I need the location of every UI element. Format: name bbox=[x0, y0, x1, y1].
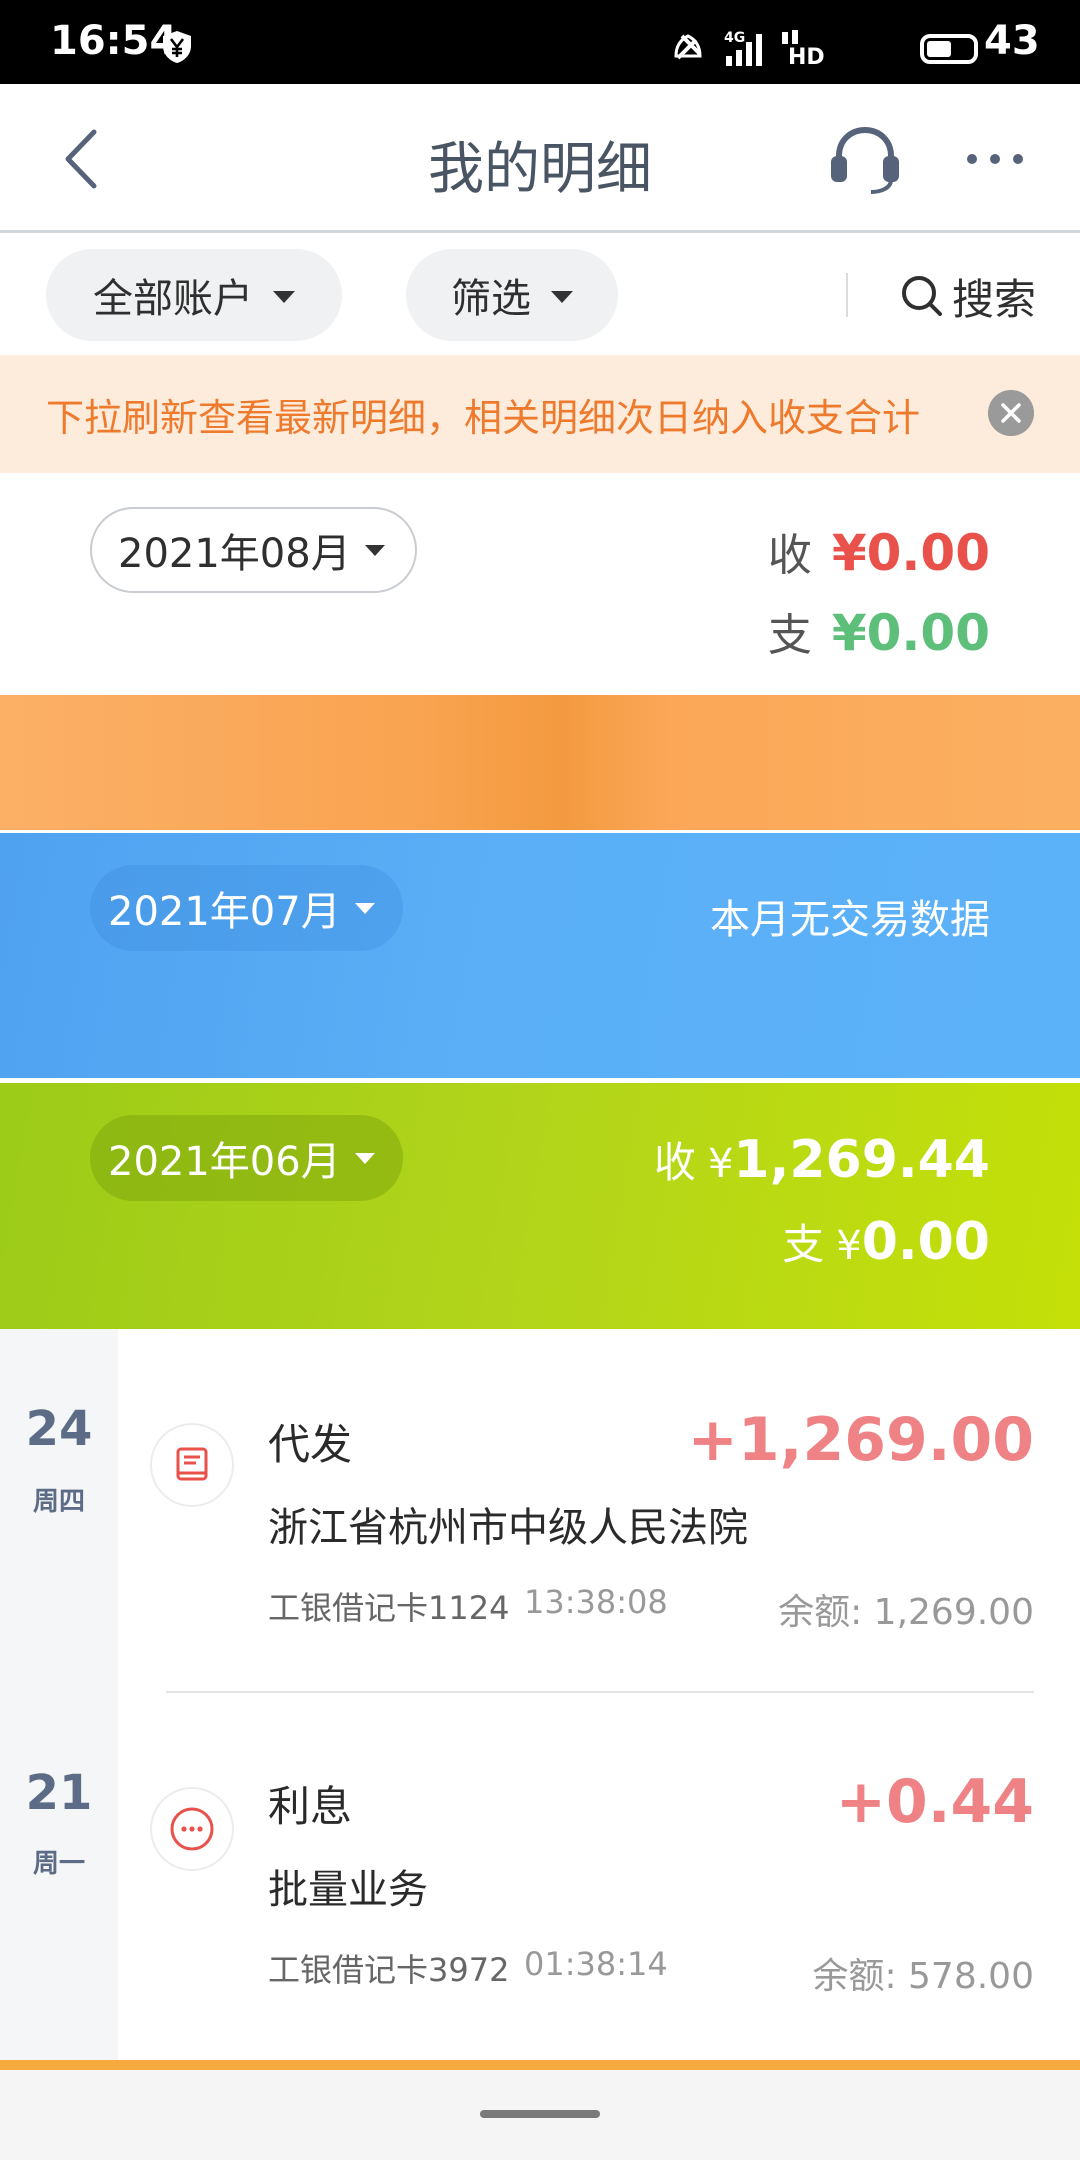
transaction-description: 批量业务 bbox=[268, 1867, 428, 1913]
battery-icon bbox=[920, 34, 978, 64]
transaction-weekday: 周一 bbox=[32, 1849, 85, 1879]
expense-summary: 支 ¥0.00 bbox=[768, 599, 990, 663]
expense-label: 支 bbox=[767, 610, 812, 661]
svg-text:HD: HD bbox=[788, 45, 825, 68]
transaction-weekday: 周四 bbox=[32, 1487, 85, 1517]
transaction-description: 浙江省杭州市中级人民法院 bbox=[268, 1505, 748, 1551]
close-notice-button[interactable] bbox=[988, 390, 1034, 436]
payroll-icon bbox=[150, 1423, 234, 1507]
more-options-button[interactable] bbox=[960, 134, 1030, 184]
signal-icons: 4G HD bbox=[674, 30, 825, 68]
transaction-time: 13:38:08 bbox=[524, 1583, 668, 1621]
search-label: 搜索 bbox=[952, 274, 1037, 324]
transaction-amount: +0.44 bbox=[835, 1767, 1034, 1837]
month-selector[interactable]: 2021年07月 bbox=[90, 865, 403, 951]
filter-dropdown[interactable]: 筛选 bbox=[406, 249, 618, 341]
income-amount: ¥0.00 bbox=[831, 524, 990, 582]
search-button[interactable]: 搜索 bbox=[898, 261, 1036, 331]
transaction-type: 利息 bbox=[268, 1782, 353, 1831]
transaction-day: 24 bbox=[25, 1401, 93, 1457]
search-icon bbox=[902, 276, 942, 316]
income-amount: 1,269.44 bbox=[733, 1130, 990, 1190]
month-label: 2021年08月 bbox=[118, 531, 351, 577]
income-summary: 收 ¥0.00 bbox=[768, 519, 990, 583]
refresh-notice: 下拉刷新查看最新明细，相关明细次日纳入收支合计 bbox=[0, 355, 1080, 473]
bottom-accent-strip bbox=[0, 2060, 1080, 2070]
transaction-row[interactable]: 24 周四 代发 +1,269.00 浙江省杭州市中级人民法院 工银借记卡112… bbox=[0, 1329, 1080, 1691]
header-bar: 我的明细 bbox=[0, 84, 1080, 233]
caret-down-icon bbox=[273, 291, 295, 303]
account-dropdown-label: 全部账户 bbox=[93, 276, 253, 322]
caret-down-icon bbox=[354, 902, 375, 914]
account-dropdown[interactable]: 全部账户 bbox=[46, 249, 342, 341]
month-banner-decor bbox=[0, 695, 1080, 830]
status-time: 16:54 bbox=[50, 18, 178, 64]
income-label: 收 bbox=[653, 1138, 696, 1187]
battery-level: 43 bbox=[984, 18, 1040, 64]
transaction-balance: 余额: 1,269.00 bbox=[778, 1592, 1034, 1633]
month-section-jun: 2021年06月 收 ¥ 1,269.44 支 ¥ 0.00 bbox=[0, 1083, 1080, 1329]
shield-yen-icon bbox=[163, 31, 191, 63]
transaction-list: 24 周四 代发 +1,269.00 浙江省杭州市中级人民法院 工银借记卡112… bbox=[0, 1329, 1080, 2060]
expense-amount: 0.00 bbox=[861, 1212, 990, 1272]
expense-amount: ¥0.00 bbox=[831, 604, 990, 662]
status-bar: 16:54 4G HD 43 bbox=[0, 0, 1080, 84]
income-summary: 收 ¥ 1,269.44 bbox=[654, 1129, 990, 1190]
month-selector[interactable]: 2021年06月 bbox=[90, 1115, 403, 1201]
transaction-card: 工银借记卡1124 bbox=[268, 1589, 510, 1627]
expense-summary: 支 ¥ 0.00 bbox=[782, 1211, 990, 1272]
caret-down-icon bbox=[354, 1152, 375, 1164]
expense-label: 支 bbox=[782, 1220, 825, 1269]
transaction-amount: +1,269.00 bbox=[687, 1405, 1034, 1475]
transaction-balance: 余额: 578.00 bbox=[812, 1956, 1034, 1997]
filter-dropdown-label: 筛选 bbox=[451, 276, 531, 322]
transaction-type: 代发 bbox=[268, 1420, 353, 1469]
no-data-text: 本月无交易数据 bbox=[710, 897, 990, 943]
caret-down-icon bbox=[551, 291, 573, 303]
caret-down-icon bbox=[364, 544, 385, 556]
month-label: 2021年06月 bbox=[108, 1139, 341, 1185]
month-selector[interactable]: 2021年08月 bbox=[90, 507, 417, 593]
svg-text:4G: 4G bbox=[724, 30, 745, 46]
home-indicator[interactable] bbox=[480, 2110, 600, 2118]
month-section-aug: 2021年08月 收 ¥0.00 支 ¥0.00 bbox=[0, 473, 1080, 695]
transaction-card: 工银借记卡3972 bbox=[268, 1951, 510, 1989]
divider bbox=[846, 273, 848, 317]
month-label: 2021年07月 bbox=[108, 889, 341, 935]
income-label: 收 bbox=[767, 530, 812, 581]
transaction-row[interactable]: 21 周一 利息 +0.44 批量业务 工银借记卡3972 01:38:14 余… bbox=[0, 1693, 1080, 2053]
notice-text: 下拉刷新查看最新明细，相关明细次日纳入收支合计 bbox=[46, 396, 921, 440]
transaction-day: 21 bbox=[25, 1765, 93, 1821]
filter-bar: 全部账户 筛选 搜索 bbox=[0, 233, 1080, 355]
page-title: 我的明细 bbox=[428, 137, 652, 202]
transaction-time: 01:38:14 bbox=[524, 1945, 668, 1983]
customer-service-button[interactable] bbox=[825, 120, 905, 200]
month-section-jul: 2021年07月 本月无交易数据 bbox=[0, 833, 1080, 1078]
currency-symbol: ¥ bbox=[707, 1141, 734, 1187]
more-circle-icon bbox=[150, 1787, 234, 1871]
currency-symbol: ¥ bbox=[836, 1223, 862, 1269]
